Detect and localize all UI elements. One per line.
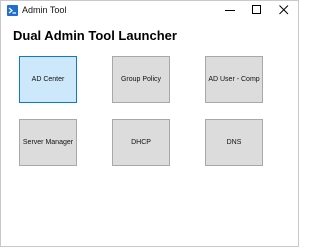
title-bar[interactable]: Admin Tool [1,1,298,21]
maximize-icon [252,5,261,14]
dhcp-button[interactable]: DHCP [112,119,170,166]
close-button[interactable] [271,1,298,19]
server-manager-button[interactable]: Server Manager [19,119,77,166]
minimize-icon [225,10,235,11]
close-icon [279,5,289,15]
ad-center-button[interactable]: AD Center [19,56,77,103]
page-title: Dual Admin Tool Launcher [13,28,177,43]
group-policy-button[interactable]: Group Policy [112,56,170,103]
maximize-button[interactable] [244,1,271,19]
powershell-icon [7,5,18,16]
app-window: Admin Tool Dual Admin Tool Launcher AD C… [0,0,299,247]
window-title: Admin Tool [22,5,67,15]
dns-button[interactable]: DNS [205,119,263,166]
minimize-button[interactable] [217,1,244,19]
ad-user-comp-button[interactable]: AD User - Comp [205,56,263,103]
